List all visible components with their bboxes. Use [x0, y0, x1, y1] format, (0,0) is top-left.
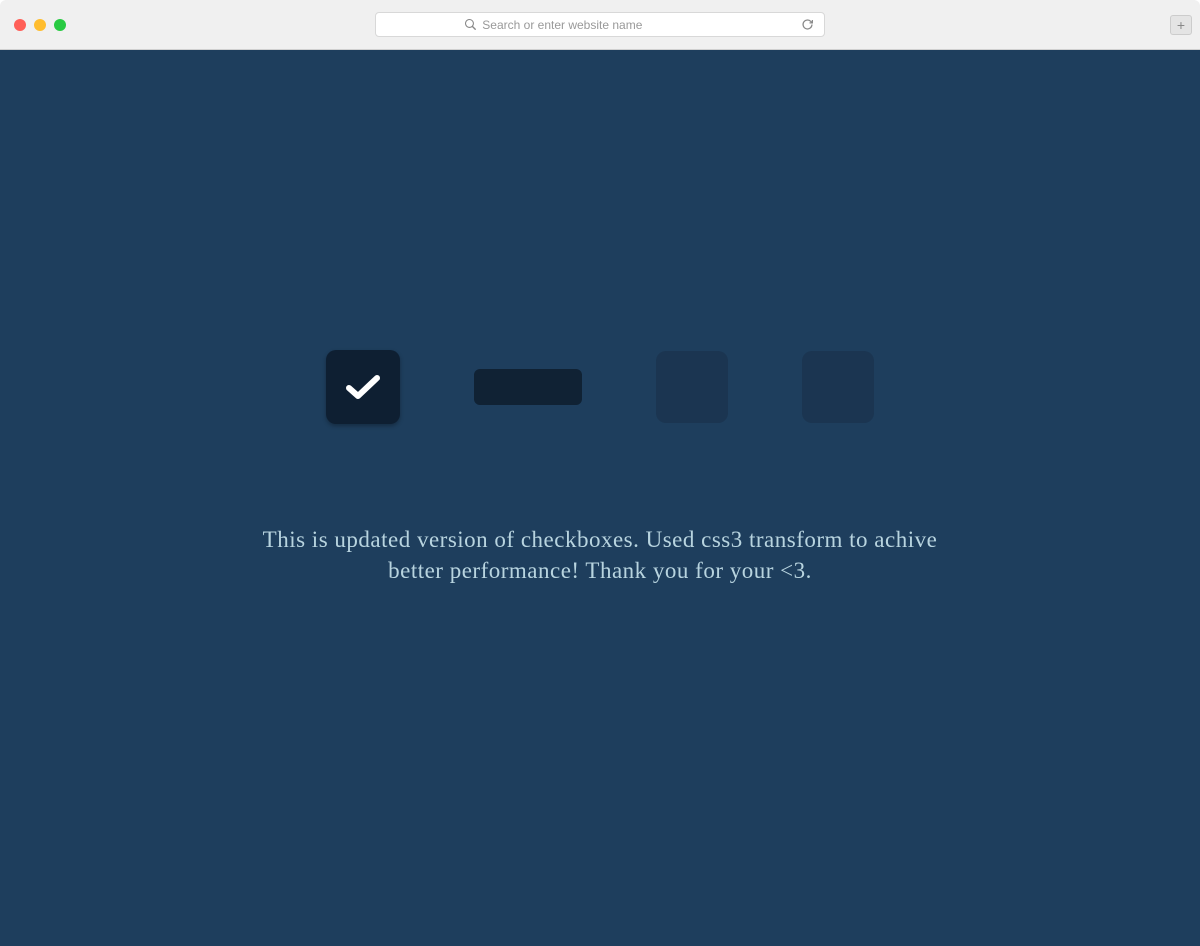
address-bar[interactable]: Search or enter website name [375, 12, 825, 37]
new-tab-button[interactable]: + [1170, 15, 1192, 35]
maximize-window-button[interactable] [54, 19, 66, 31]
checkmark-icon [345, 373, 381, 401]
checkbox-unchecked-2[interactable] [802, 351, 874, 423]
search-icon [465, 19, 476, 30]
browser-chrome: Search or enter website name + [0, 0, 1200, 50]
checkbox-unchecked-1[interactable] [656, 351, 728, 423]
checkbox-flat[interactable] [474, 369, 582, 405]
minimize-window-button[interactable] [34, 19, 46, 31]
window-controls [14, 19, 66, 31]
refresh-icon[interactable] [801, 18, 814, 31]
address-placeholder: Search or enter website name [482, 18, 642, 32]
page-viewport: This is updated version of checkboxes. U… [0, 50, 1200, 946]
description-text: This is updated version of checkboxes. U… [250, 524, 950, 586]
close-window-button[interactable] [14, 19, 26, 31]
checkbox-row [326, 350, 874, 424]
checkbox-checked[interactable] [326, 350, 400, 424]
